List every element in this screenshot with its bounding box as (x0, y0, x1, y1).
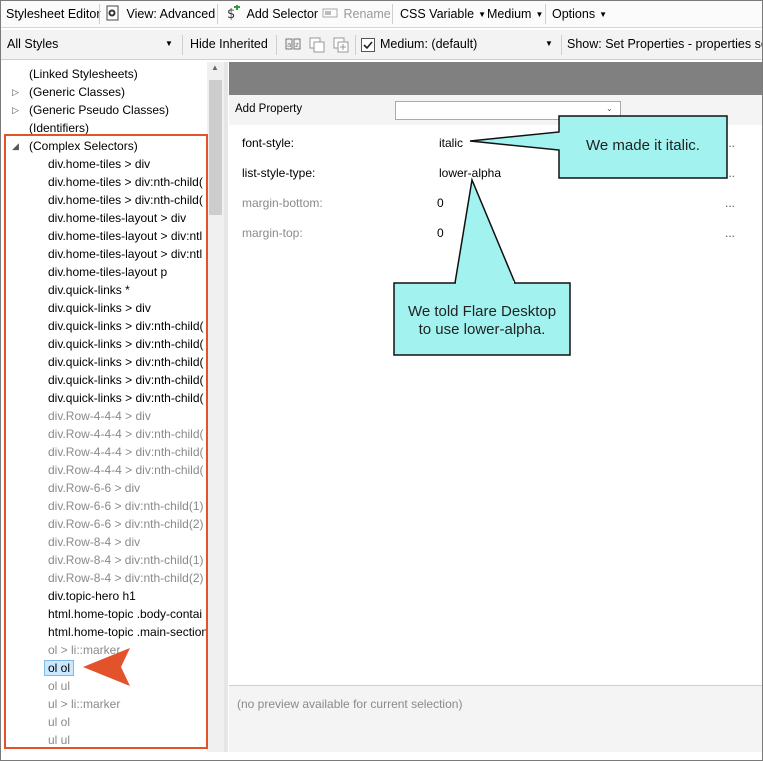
callout-lower-alpha-line1: We told Flare Desktop (407, 303, 557, 320)
callout-lower-alpha-line2: to use lower-alpha. (418, 321, 546, 338)
callout-join-patch (456, 281, 514, 285)
complex-selectors-highlight (4, 134, 208, 749)
callout-italic-text: We made it italic. (586, 137, 700, 154)
